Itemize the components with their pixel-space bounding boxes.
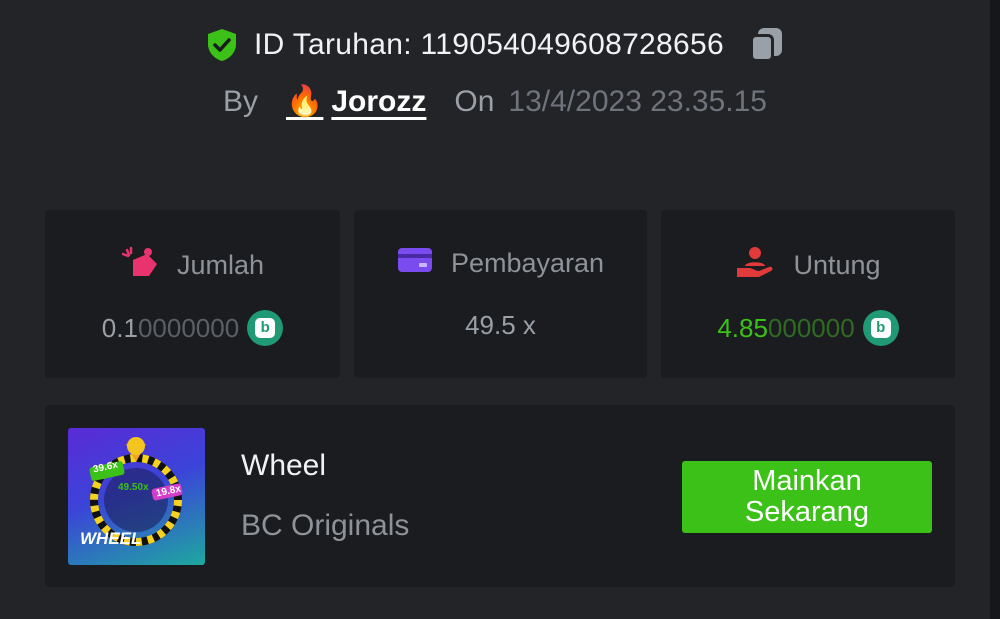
- game-provider: BC Originals: [241, 509, 410, 542]
- amount-value: 0.1: [101, 312, 138, 343]
- bet-id-row: ID Taruhan: 119054049608728656: [0, 24, 990, 66]
- username-text: Jorozz: [331, 84, 427, 118]
- bcd-coin-icon: b: [862, 310, 899, 346]
- payout-value: 49.5 x: [465, 310, 536, 340]
- thumb-label: WHEEL: [80, 529, 142, 548]
- profit-value-decimals: 000000: [767, 312, 855, 343]
- by-label: By: [223, 84, 259, 118]
- game-card: 39.6x 49.50x 19.8x WHEEL Wheel BC Origin…: [45, 405, 955, 587]
- game-title: Wheel: [241, 449, 327, 482]
- bcd-coin-icon: b: [247, 310, 284, 346]
- stat-card-profit: Untung 4.85000000 b: [661, 210, 955, 378]
- bet-date: 13/4/2023 23.35.15: [508, 84, 767, 118]
- scrollbar-track: [990, 0, 1000, 619]
- thumb-multiplier-2: 49.50x: [118, 482, 149, 493]
- wheel-game-thumbnail[interactable]: 39.6x 49.50x 19.8x WHEEL: [68, 428, 205, 565]
- profit-label: Untung: [793, 250, 881, 280]
- copy-icon[interactable]: [746, 24, 786, 66]
- card-icon: [397, 246, 433, 281]
- bet-amount-icon: [121, 246, 159, 285]
- stat-card-payout: Pembayaran 49.5 x: [354, 210, 647, 378]
- author-row: By 🔥 Jorozz On 13/4/2023 23.35.15: [0, 84, 990, 119]
- play-now-button[interactable]: Mainkan Sekarang: [682, 461, 932, 533]
- payout-label: Pembayaran: [450, 248, 605, 278]
- on-label: On: [454, 84, 495, 118]
- amount-value-decimals: 0000000: [137, 312, 240, 343]
- amount-label: Jumlah: [176, 250, 265, 280]
- flame-icon: 🔥: [286, 85, 324, 118]
- profit-hand-icon: [735, 246, 775, 285]
- profit-value: 4.85: [717, 312, 768, 343]
- username-link[interactable]: 🔥 Jorozz: [286, 84, 426, 119]
- shield-check-icon: [204, 26, 240, 64]
- stat-card-amount: Jumlah 0.10000000 b: [45, 210, 340, 378]
- bet-id-text: ID Taruhan: 119054049608728656: [254, 28, 724, 61]
